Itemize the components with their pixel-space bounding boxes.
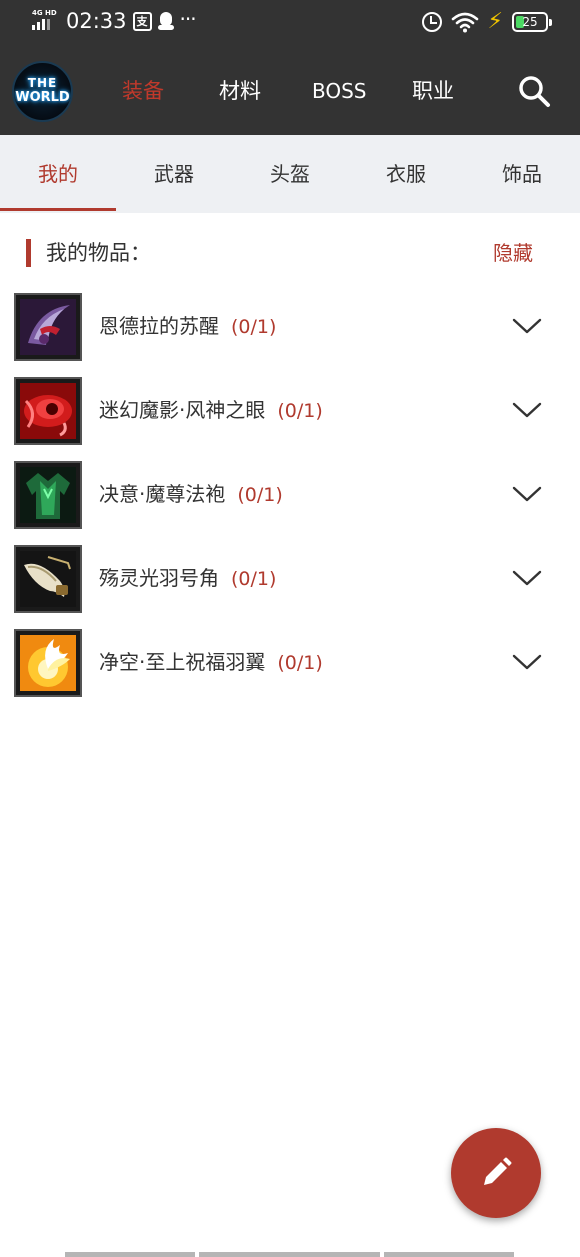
chevron-down-icon[interactable]: [512, 652, 542, 672]
tab-helmets[interactable]: 头盔: [232, 135, 348, 213]
purple-scythe-icon: [14, 293, 82, 361]
qq-notification-icon: [157, 11, 174, 31]
section-title: 我的物品：: [46, 241, 151, 265]
chevron-down-icon[interactable]: [512, 484, 542, 504]
network-type: 4G HD: [32, 9, 57, 17]
golden-wings-icon: [14, 629, 82, 697]
my-items-header: 我的物品： 隐藏: [0, 228, 580, 280]
red-eye-icon: [14, 377, 82, 445]
item-label: 迷幻魔影·风神之眼 (0/1): [99, 395, 323, 426]
item-label: 净空·至上祝福羽翼 (0/1): [99, 647, 323, 678]
list-item[interactable]: 迷幻魔影·风神之眼 (0/1): [0, 377, 580, 461]
active-tab-indicator: [0, 208, 116, 211]
list-item[interactable]: 决意·魔尊法袍 (0/1): [0, 461, 580, 545]
item-count: (0/1): [237, 484, 283, 506]
list-item[interactable]: 净空·至上祝福羽翼 (0/1): [0, 629, 580, 713]
charging-icon: ⚡: [487, 9, 503, 34]
search-icon[interactable]: [517, 74, 551, 108]
item-count: (0/1): [277, 400, 323, 422]
tab-accessories[interactable]: 饰品: [464, 135, 580, 213]
nav-materials[interactable]: 材料: [219, 77, 261, 105]
nav-gesture-bar: [199, 1252, 380, 1257]
list-item[interactable]: 恩德拉的苏醒 (0/1): [0, 293, 580, 377]
alipay-notification-icon: 支: [132, 11, 152, 31]
more-notifications-icon: ···: [179, 7, 197, 31]
edit-fab-button[interactable]: [451, 1128, 541, 1218]
status-bar: 4G HD 02:33 支 ··· ⚡ 25: [0, 0, 580, 46]
tab-clothes[interactable]: 衣服: [348, 135, 464, 213]
item-count: (0/1): [231, 568, 277, 590]
alarm-icon: [421, 12, 442, 32]
nav-class[interactable]: 职业: [412, 77, 454, 105]
section-accent-bar: [26, 239, 31, 267]
nav-gesture-bar: [65, 1252, 195, 1257]
chevron-down-icon[interactable]: [512, 316, 542, 336]
category-tabs: 我的 武器 头盔 衣服 饰品: [0, 135, 580, 213]
item-label: 殇灵光羽号角 (0/1): [99, 563, 276, 594]
item-name: 决意·魔尊法袍: [99, 482, 226, 506]
pencil-icon: [484, 1157, 512, 1185]
app-header: THE WORLD 装备 材料 BOSS 职业: [0, 46, 580, 135]
item-count: (0/1): [277, 652, 323, 674]
green-robe-icon: [14, 461, 82, 529]
status-time: 02:33: [66, 9, 127, 33]
wifi-icon: [451, 12, 478, 33]
item-label: 决意·魔尊法袍 (0/1): [99, 479, 283, 510]
logo-text-line2: WORLD: [15, 90, 70, 105]
item-label: 恩德拉的苏醒 (0/1): [99, 311, 276, 342]
nav-boss[interactable]: BOSS: [312, 77, 367, 105]
battery-icon: 25: [512, 12, 552, 32]
item-count: (0/1): [231, 316, 277, 338]
nav-equipment[interactable]: 装备: [122, 77, 164, 105]
item-name: 殇灵光羽号角: [99, 566, 219, 590]
chevron-down-icon[interactable]: [512, 400, 542, 420]
logo-text-line1: THE: [27, 76, 58, 90]
horn-icon: [14, 545, 82, 613]
item-name: 恩德拉的苏醒: [99, 314, 219, 338]
app-logo[interactable]: THE WORLD: [12, 61, 73, 122]
tab-weapons[interactable]: 武器: [116, 135, 232, 213]
list-item[interactable]: 殇灵光羽号角 (0/1): [0, 545, 580, 629]
nav-gesture-bar: [384, 1252, 514, 1257]
hide-button[interactable]: 隐藏: [493, 238, 533, 268]
tab-mine[interactable]: 我的: [0, 135, 116, 213]
chevron-down-icon[interactable]: [512, 568, 542, 588]
item-name: 迷幻魔影·风神之眼: [99, 398, 266, 422]
battery-level: 25: [522, 15, 538, 29]
signal-icon: 4G HD: [32, 9, 58, 33]
item-name: 净空·至上祝福羽翼: [99, 650, 266, 674]
